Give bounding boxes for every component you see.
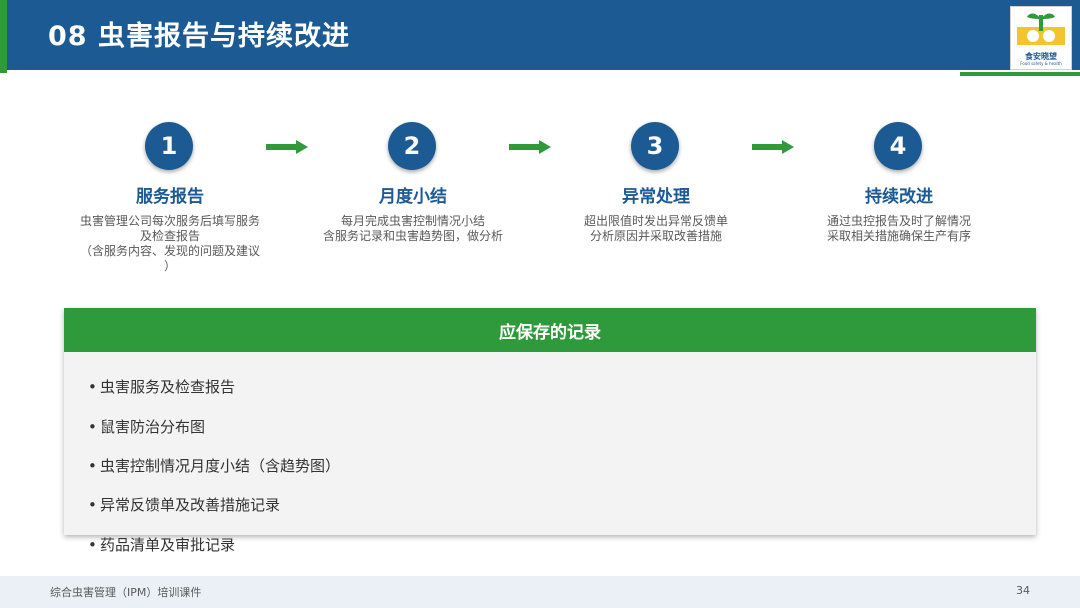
records-list: • 虫害服务及检查报告 • 鼠害防治分布图 • 虫害控制情况月度小结（含趋势图） • 异…	[64, 0, 1036, 608]
record-text: 虫害控制情况月度小结（含趋势图）	[100, 457, 341, 475]
list-item: • 鼠害防治分布图	[88, 416, 205, 437]
header-accent-stripe	[0, 0, 7, 73]
footer-bar: 综合虫害管理（IPM）培训课件 34	[0, 576, 1080, 608]
list-item: • 异常反馈单及改善措施记录	[88, 494, 280, 515]
record-text: 虫害服务及检查报告	[100, 378, 236, 396]
record-text: 鼠害防治分布图	[100, 418, 206, 436]
bullet-icon: •	[88, 496, 97, 514]
bullet-icon: •	[88, 378, 97, 396]
bullet-icon: •	[88, 536, 97, 554]
list-item: • 药品清单及审批记录	[88, 534, 235, 555]
footer-course-title: 综合虫害管理（IPM）培训课件	[50, 586, 202, 599]
record-text: 药品清单及审批记录	[100, 536, 236, 554]
record-text: 异常反馈单及改善措施记录	[100, 496, 281, 514]
page-number: 34	[1016, 584, 1030, 597]
bullet-icon: •	[88, 418, 97, 436]
list-item: • 虫害控制情况月度小结（含趋势图）	[88, 455, 340, 476]
list-item: • 虫害服务及检查报告	[88, 376, 235, 397]
bullet-icon: •	[88, 457, 97, 475]
